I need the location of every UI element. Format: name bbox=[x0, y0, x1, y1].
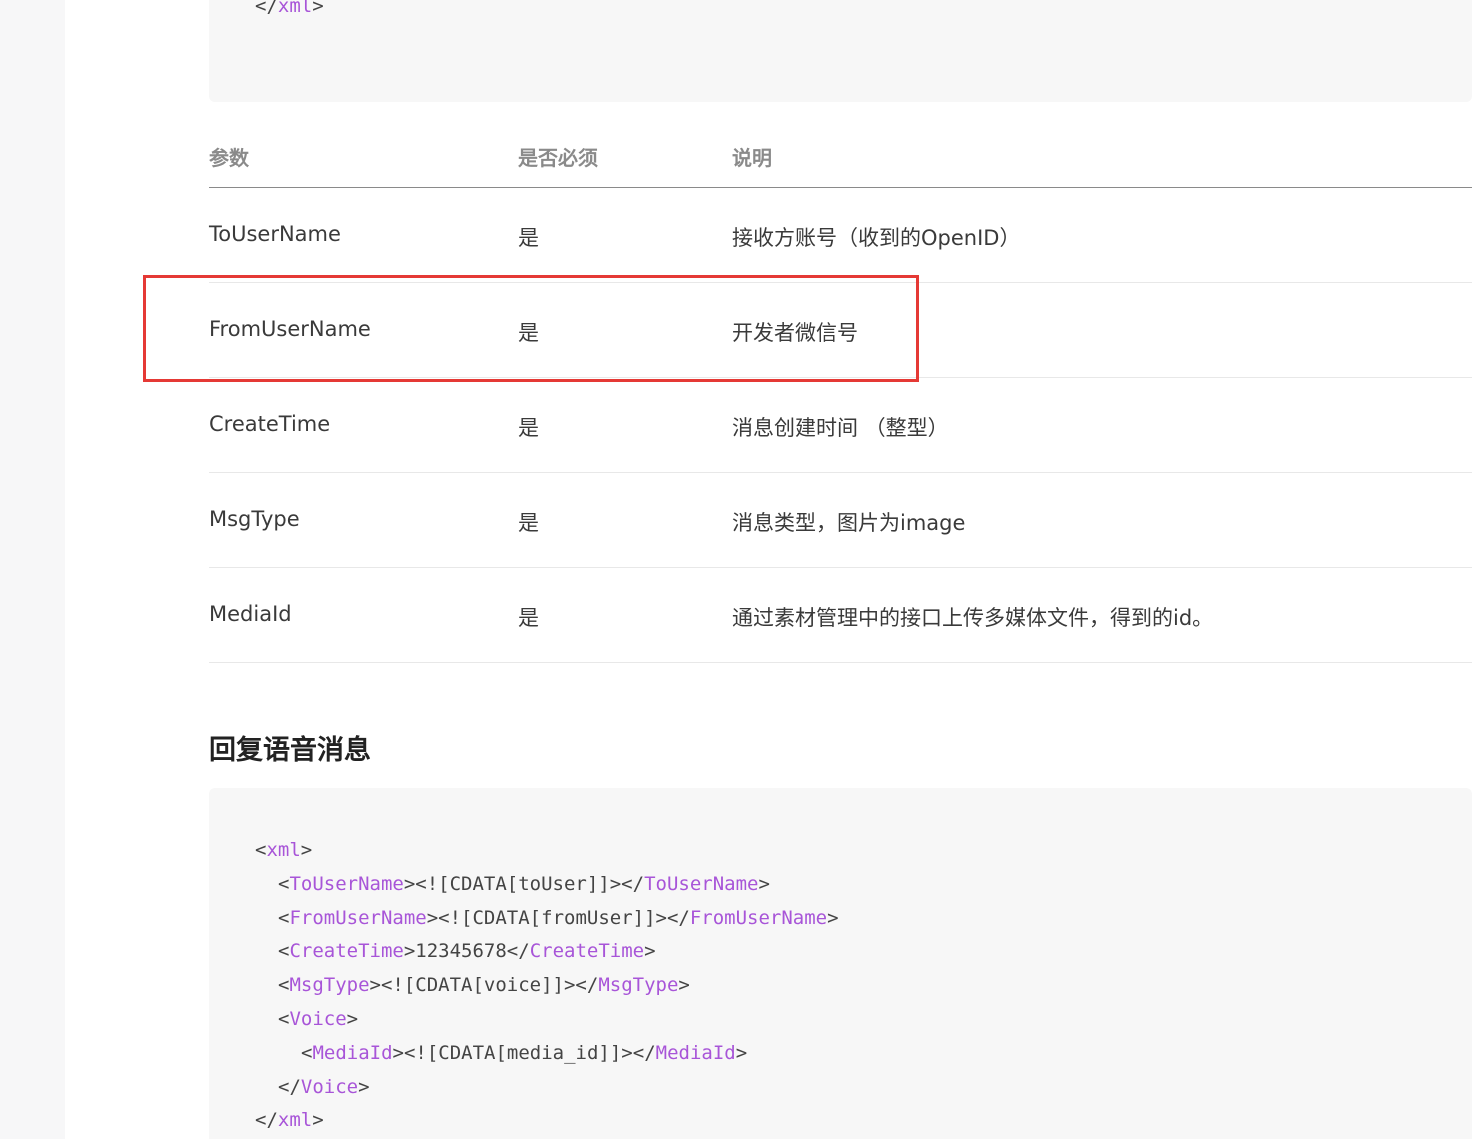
code-line: <FromUserName><![CDATA[fromUser]]></From… bbox=[278, 906, 839, 929]
table-row: ToUserName 是 接收方账号（收到的OpenID） bbox=[209, 188, 1472, 283]
cell-desc: 消息类型，图片为image bbox=[732, 511, 966, 535]
header-required: 是否必须 bbox=[518, 146, 598, 170]
code-line: <xml> bbox=[255, 839, 313, 861]
code-line: </xml> bbox=[255, 1109, 324, 1132]
code-line: <Voice> bbox=[278, 1008, 359, 1030]
cell-required: 是 bbox=[518, 416, 539, 440]
code-line: <MediaId><![CDATA[media_id]]></MediaId> bbox=[301, 1041, 748, 1064]
header-param: 参数 bbox=[209, 146, 249, 170]
cell-param: MediaId bbox=[209, 602, 292, 626]
code-block-voice-reply: <xml> <ToUserName><![CDATA[toUser]]></ToU… bbox=[209, 788, 1472, 1139]
code-block-top: </xml> bbox=[209, 0, 1472, 102]
cell-required: 是 bbox=[518, 511, 539, 535]
section-title: 回复语音消息 bbox=[209, 735, 371, 766]
table-row: CreateTime 是 消息创建时间 （整型） bbox=[209, 378, 1472, 473]
cell-param: CreateTime bbox=[209, 412, 331, 436]
header-desc: 说明 bbox=[732, 146, 772, 170]
code-line: <CreateTime>12345678</CreateTime> bbox=[278, 940, 656, 963]
cell-desc: 通过素材管理中的接口上传多媒体文件，得到的id。 bbox=[732, 606, 1214, 630]
table-header: 参数 是否必须 说明 bbox=[209, 124, 1472, 188]
code-line: <ToUserName><![CDATA[toUser]]></ToUserNa… bbox=[278, 872, 770, 895]
code-line: <MsgType><![CDATA[voice]]></MsgType> bbox=[278, 974, 690, 997]
doc-page: </xml> 参数 是否必须 说明 ToUserName 是 接收方账号（收到的… bbox=[65, 0, 1472, 1139]
params-table: 参数 是否必须 说明 ToUserName 是 接收方账号（收到的OpenID）… bbox=[209, 124, 1472, 663]
cell-param: ToUserName bbox=[209, 222, 341, 246]
table-row: MediaId 是 通过素材管理中的接口上传多媒体文件，得到的id。 bbox=[209, 568, 1472, 663]
code-line: </Voice> bbox=[278, 1075, 370, 1098]
cell-param: MsgType bbox=[209, 507, 300, 531]
cell-required: 是 bbox=[518, 226, 539, 250]
cell-desc: 消息创建时间 （整型） bbox=[732, 416, 949, 440]
cell-desc: 接收方账号（收到的OpenID） bbox=[732, 226, 1021, 250]
code-line: </xml> bbox=[255, 0, 324, 17]
table-row: MsgType 是 消息类型，图片为image bbox=[209, 473, 1472, 568]
highlight-annotation-box bbox=[143, 275, 919, 382]
cell-required: 是 bbox=[518, 606, 539, 630]
